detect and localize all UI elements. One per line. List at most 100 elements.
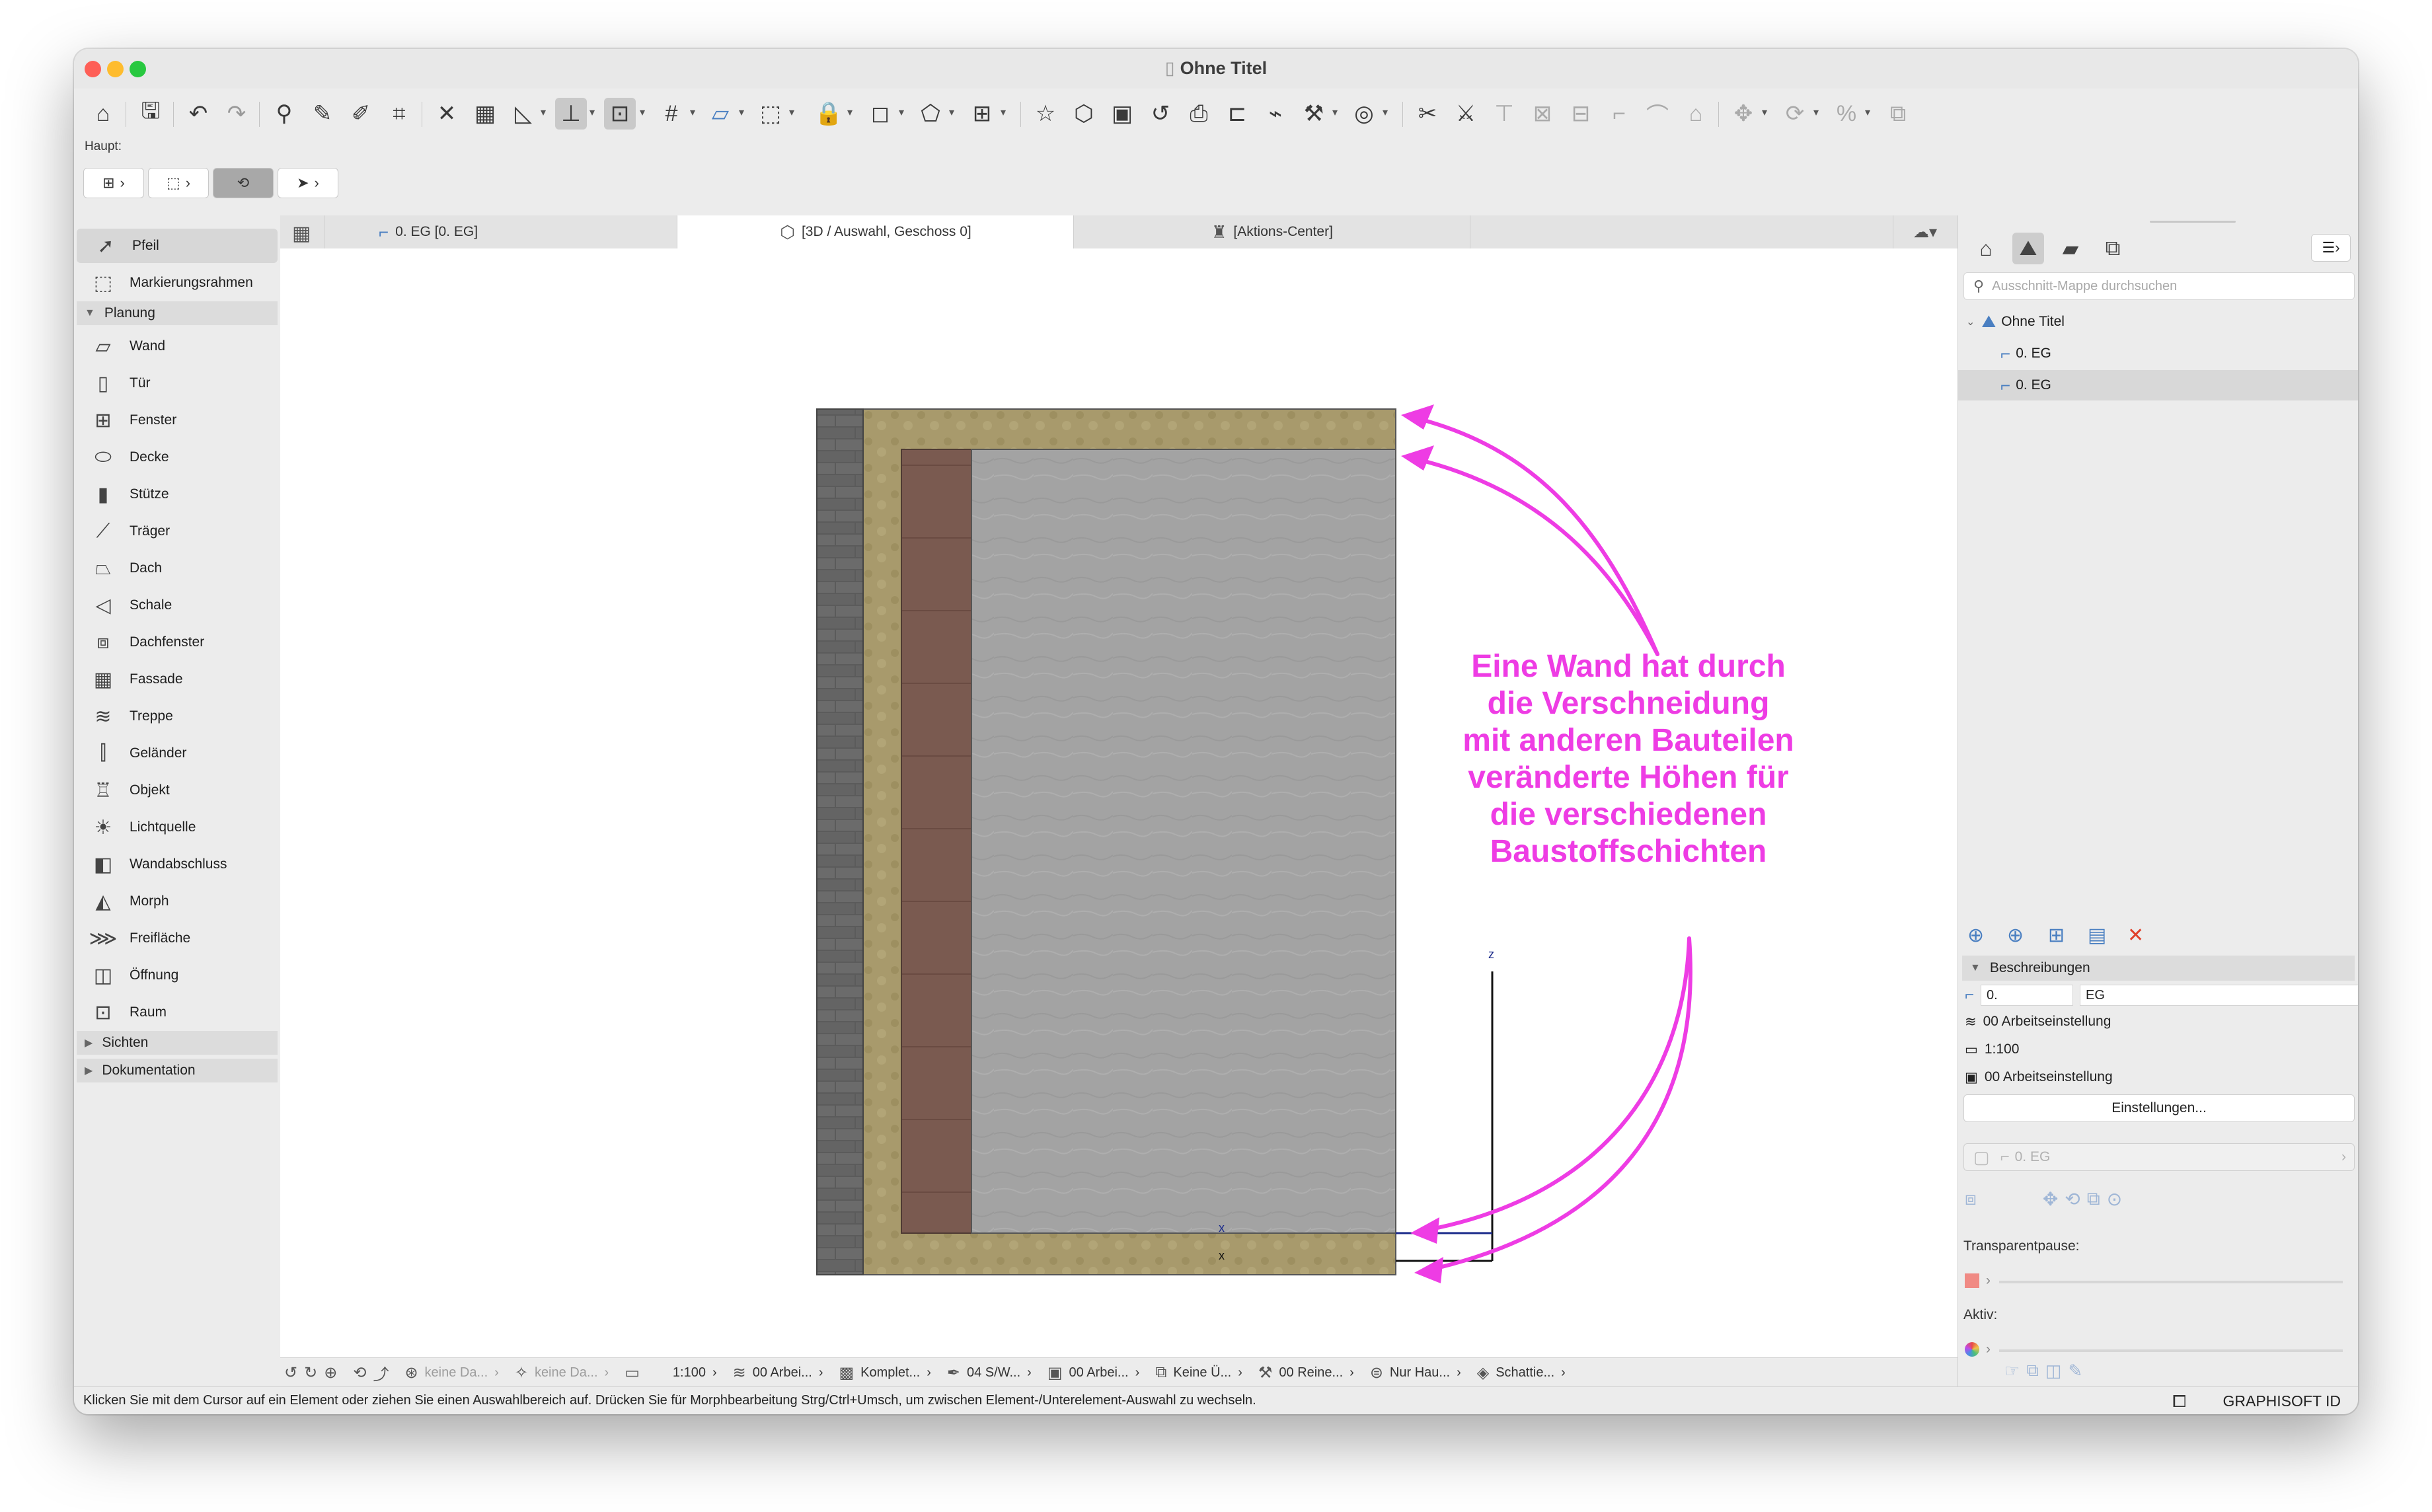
group-icon[interactable]: ◻ [864,98,896,130]
model-view-row[interactable]: ▣ 00 Arbeitseinstellung [1965,1065,2113,1089]
layer-icon[interactable]: ⊏ [1221,98,1253,130]
dimension-icon[interactable]: ▦ [469,98,501,130]
chevron-down-icon[interactable]: ▾ [949,106,954,119]
fillet-icon[interactable]: ⌐ [1603,98,1635,130]
elevate-icon[interactable]: ⊤ [1488,98,1520,130]
chevron-down-icon[interactable]: ▾ [1762,106,1767,119]
chevron-down-icon[interactable]: ▾ [899,106,904,119]
view-name-field[interactable]: EG [2080,985,2358,1006]
undo-icon[interactable]: ↶ [182,98,214,130]
pen-set-combo[interactable]: ✒ 04 S/W... › [947,1363,1032,1382]
project-map-icon[interactable]: ⌂ [1970,233,2002,264]
publish-icon[interactable]: ⎙ [1183,98,1215,130]
tool-tuer[interactable]: ▯ Tür [74,366,280,400]
tree-item-root[interactable]: ⌄ ⛰ Ohne Titel [1958,307,2358,337]
tool-treppe[interactable]: ≋ Treppe [74,699,280,734]
category-planung[interactable]: ▼ Planung [77,301,278,325]
tool-traeger[interactable]: ⟋ Träger [74,514,280,548]
orbit-nav-button[interactable]: ⟲ ⤴ [353,1361,389,1384]
override-combo[interactable]: ⧉ Keine Ü... › [1155,1363,1242,1382]
chevron-down-icon[interactable]: ▾ [1001,106,1006,119]
layer-combo-row[interactable]: ≋ 00 Arbeitseinstellung [1965,1010,2111,1034]
hierarchy-icon[interactable]: ⊞ [966,98,998,130]
chevron-down-icon[interactable]: ▾ [847,106,853,119]
chevron-down-icon[interactable]: ▾ [541,106,546,119]
tool-schale[interactable]: ◁ Schale [74,588,280,623]
transparency-slider[interactable] [1999,1281,2343,1283]
rotate-icon[interactable]: ⟳ [1779,98,1811,130]
grid-snap-icon[interactable]: # [656,98,687,130]
panel-menu-button[interactable]: ☰› [2311,234,2351,262]
view-id-field[interactable]: 0. [1981,985,2074,1006]
tool-oeffnung[interactable]: ◫ Öffnung [74,958,280,993]
overlay-icon[interactable]: ◫ [2045,1361,2062,1381]
window-layout-icon[interactable]: ⧠ [2172,1391,2186,1412]
layer-combination-combo[interactable]: ≋ 00 Arbei... › [733,1363,823,1382]
compare-icon[interactable]: ⧉ [2026,1360,2039,1381]
chevron-down-icon[interactable]: ▾ [1332,106,1338,119]
marquee-mode-button[interactable]: ⬚ › [148,168,209,198]
section-beschreibungen[interactable]: ▼ Beschreibungen [1962,956,2355,981]
tool-lichtquelle[interactable]: ☀ Lichtquelle [74,810,280,845]
view-map-icon[interactable]: ⛰ [2012,233,2044,264]
measure-icon[interactable]: ◺ [508,98,539,130]
chevron-down-icon[interactable]: ▾ [739,106,744,119]
new-folder-icon[interactable]: ⊞ [2048,924,2065,947]
publisher-sets-icon[interactable]: ⧉ [2097,233,2129,264]
save-icon[interactable]: 🖫 [135,98,167,130]
home-icon[interactable]: ⌂ [87,98,119,130]
selection-method-button[interactable]: ⊞ › [83,168,144,198]
tool-fenster[interactable]: ⊞ Fenster [74,403,280,437]
tool-pfeil[interactable]: ➚ Pfeil [77,229,278,263]
scale-combo[interactable]: ▭ 1:100 › [625,1363,716,1382]
trace-icon[interactable]: ⧈ [1965,1188,1977,1210]
clone-view-icon[interactable]: ⊕ [2007,924,2024,947]
split-icon[interactable]: ✂ [1412,98,1443,130]
view-options-button[interactable]: ☁▾ [1893,215,1957,248]
reset-reference-icon[interactable]: ⊙ [2107,1188,2122,1210]
tool-decke[interactable]: ⬭ Decke [74,440,280,474]
adjust-icon[interactable]: ⚔ [1450,98,1482,130]
move-reference-icon[interactable]: ✥ [2043,1188,2058,1210]
shadow-combo[interactable]: ◈ Schattie... › [1477,1363,1566,1382]
layer-combo-2[interactable]: ✧ keine Da... › [515,1363,609,1382]
active-slider-row[interactable]: › [1965,1338,1991,1361]
renovation-icon[interactable]: ⚒ [1298,98,1330,130]
nav-undo-zoom-button[interactable]: ↺ ↻ ⊕ [284,1363,337,1382]
tool-objekt[interactable]: ♖ Objekt [74,773,280,808]
chevron-down-icon[interactable]: ▾ [1865,106,1870,119]
arrow-mode-button[interactable]: ➤ › [278,168,338,198]
mirror-reference-icon[interactable]: ⧉ [2087,1188,2100,1210]
hand-icon[interactable]: ☞ [2004,1361,2020,1381]
save-view-icon[interactable]: ⊕ [1967,924,1984,947]
rotate-selection-button[interactable]: ⟲ [213,168,274,198]
view-selector[interactable]: ▢ ⌐ 0. EG › [1963,1143,2355,1171]
intersect-icon[interactable]: ⊠ [1527,98,1558,130]
tool-morph[interactable]: ◭ Morph [74,884,280,919]
panel-resize-handle[interactable] [2150,221,2236,223]
tag-icon[interactable]: ⌁ [1260,98,1291,130]
active-slider[interactable] [1999,1349,2343,1352]
model-view-combo[interactable]: ▩ Komplet... › [839,1363,931,1382]
drag-icon[interactable]: ✥ [1728,98,1759,130]
lock-icon[interactable]: 🔒 [813,98,845,130]
tab-floor-plan[interactable]: ⌐ 0. EG [0. EG] [324,215,532,248]
teamwork-icon[interactable]: ◎ [1348,98,1380,130]
redo-icon[interactable]: ↷ [221,98,252,130]
display-combo[interactable]: ▣ 00 Arbei... › [1047,1363,1139,1382]
transparency-slider-row[interactable]: › [1965,1269,1991,1293]
magic-wand-icon[interactable]: ⌗ [383,98,415,130]
tool-freiflaeche[interactable]: ⋙ Freifläche [74,921,280,956]
layer-combo-1[interactable]: ⊛ keine Da... › [404,1363,498,1382]
layout-book-icon[interactable]: ▰ [2055,233,2086,264]
favorites-star-icon[interactable]: ☆ [1030,98,1061,130]
tool-wandabschluss[interactable]: ◧ Wandabschluss [74,847,280,882]
chevron-down-icon[interactable]: ▾ [589,106,595,119]
edit-plane-icon[interactable]: ⬚ [755,98,786,130]
tab-overview-grid-icon[interactable]: ▦ [292,222,311,245]
curve-icon[interactable]: ⌒ [1642,98,1673,130]
floor-plan-view-icon[interactable]: ▣ [1106,98,1138,130]
chevron-down-icon[interactable]: ▾ [640,106,645,119]
find-select-icon[interactable]: ⚲ [268,98,300,130]
gravity-icon[interactable]: ⊡ [604,98,636,130]
